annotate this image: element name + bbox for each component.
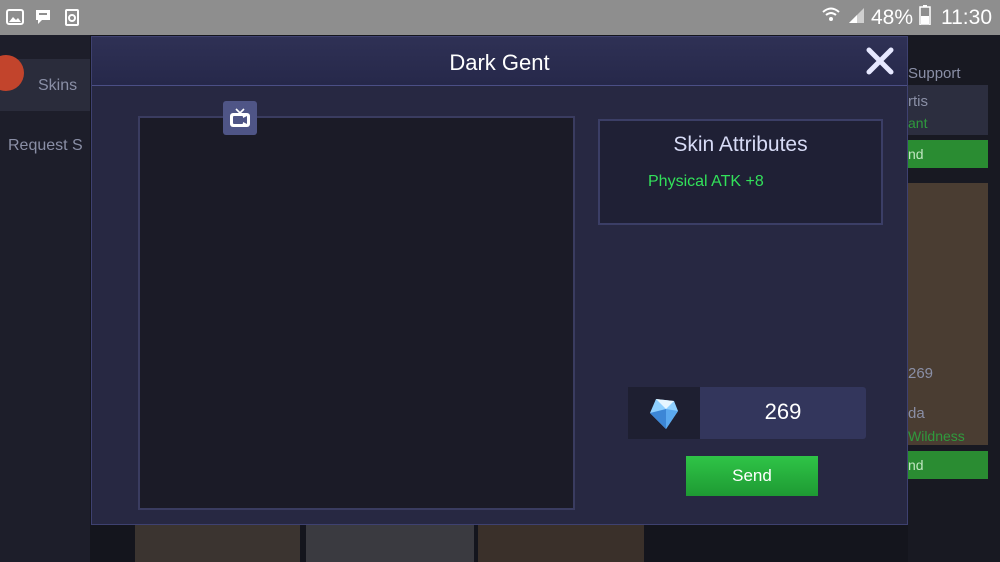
skin-preview [138,116,575,510]
send-button[interactable]: Send [686,456,818,496]
gallery-icon [6,8,24,26]
background-card-text: nd [908,457,924,473]
background-hero-thumb [306,525,474,562]
background-side-panel [0,35,90,562]
status-bar: 48% 11:30 [0,0,1000,35]
background-tab-skins-label: Skins [38,77,78,94]
skin-attributes-panel: Skin Attributes Physical ATK +8 [598,119,883,225]
background-card-text: rtis [908,93,928,110]
price-value: 269 [764,399,802,424]
video-preview-button[interactable] [223,101,257,135]
battery-percent: 48% [870,5,913,29]
skin-dialog: Dark Gent Skin Attributes Physical ATK +… [91,36,908,525]
skin-attribute-item: Physical ATK +8 [648,173,764,190]
close-button[interactable] [864,45,896,77]
diamond-icon [628,387,700,439]
background-card-text: Wildness [908,428,965,444]
close-icon [866,47,894,75]
wifi-icon [821,6,841,30]
chat-icon [34,8,52,26]
clock: 11:30 [941,5,992,29]
skin-attributes-title: Skin Attributes [673,133,808,156]
background-card-text: 269 [908,365,934,382]
background-tab-request-label: Request S [8,137,83,154]
dialog-header: Dark Gent [92,37,907,86]
background-hero-thumb [135,525,300,562]
background-green-button: nd [908,451,988,479]
price-display: 269 [628,387,866,439]
background-card-text: da [908,405,925,422]
background-card-text: nd [908,146,924,162]
recycle-icon [63,8,81,26]
background-green-button: nd [908,140,988,168]
signal-icon [847,6,865,30]
background-hero-thumb [478,525,644,562]
background-support-label: Support [908,65,961,82]
tv-icon [230,108,250,127]
battery-icon [919,4,931,31]
dialog-title: Dark Gent [449,50,550,75]
background-card-text: ant [908,115,928,131]
